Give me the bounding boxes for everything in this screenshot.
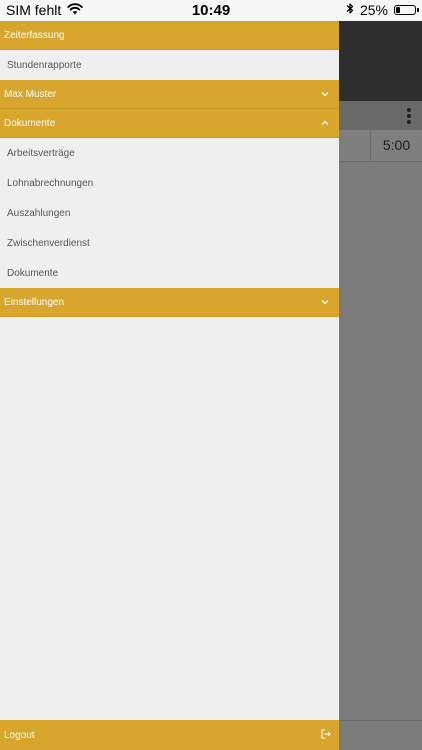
navigation-drawer: Zeiterfassung Stundenrapporte Max Muster Do…: [0, 21, 339, 750]
section-header-dokumente[interactable]: Dokumente: [0, 109, 339, 138]
battery-level: [396, 7, 400, 13]
time-cell: 5:00: [370, 130, 422, 161]
chevron-down-icon: [320, 89, 330, 99]
menu-item-stundenrapporte[interactable]: Stundenrapporte: [0, 50, 339, 80]
app-screen: 5:00 SIM fehlt 10:49 25% Zeiterfassung S…: [0, 0, 422, 750]
menu-item-auszahlungen[interactable]: Auszahlungen: [0, 198, 339, 228]
logout-label: Logout: [4, 729, 35, 741]
battery-percentage: 25%: [359, 2, 388, 18]
section-title: Max Muster: [4, 88, 57, 100]
section-header-zeiterfassung[interactable]: Zeiterfassung: [0, 21, 339, 50]
bluetooth-icon: [346, 2, 354, 18]
section-header-einstellungen[interactable]: Einstellungen: [0, 288, 339, 317]
chevron-up-icon: [320, 118, 330, 128]
footer-divider: [339, 720, 422, 721]
section-title: Dokumente: [4, 117, 56, 129]
chevron-down-icon: [320, 297, 330, 307]
logout-icon: [321, 729, 331, 742]
menu-item-arbeitsverträge[interactable]: Arbeitsverträge: [0, 138, 339, 168]
section-header-max-muster[interactable]: Max Muster: [0, 80, 339, 109]
menu-item-dokumente[interactable]: Dokumente: [0, 258, 339, 288]
section-title: Zeiterfassung: [4, 29, 65, 41]
battery-icon: [394, 5, 419, 15]
drawer-sections: Zeiterfassung Stundenrapporte Max Muster Do…: [0, 21, 339, 317]
more-vertical-icon[interactable]: [407, 108, 411, 124]
status-bar: SIM fehlt 10:49 25%: [0, 0, 422, 21]
menu-item-lohnabrechnungen[interactable]: Lohnabrechnungen: [0, 168, 339, 198]
menu-item-zwischenverdienst[interactable]: Zwischenverdienst: [0, 228, 339, 258]
section-title: Einstellungen: [4, 296, 65, 308]
logout-button[interactable]: Logout: [0, 720, 339, 750]
